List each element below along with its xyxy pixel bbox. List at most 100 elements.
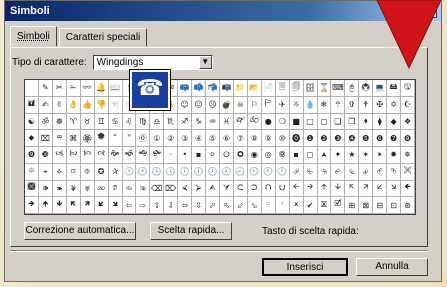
symbol-cell[interactable]: 🙓 — [136, 180, 151, 198]
symbol-cell[interactable]: ★ — [345, 147, 360, 164]
symbol-cell[interactable]: ❹ — [345, 130, 360, 147]
symbol-cell[interactable]: ⌛ — [317, 80, 332, 97]
symbol-cell[interactable]: ✶ — [359, 147, 374, 164]
symbol-cell[interactable]: 🢬 — [261, 197, 276, 214]
symbol-cell[interactable]: 🡮 — [387, 180, 402, 198]
symbol-cell[interactable]: ⌦ — [164, 180, 179, 198]
symbol-cell[interactable]: ◉ — [247, 147, 262, 164]
symbol-cell[interactable]: ② — [164, 130, 179, 147]
symbol-cell[interactable]: 🞈 — [233, 147, 248, 164]
symbol-cell[interactable]: ♍ — [136, 113, 151, 131]
autocorrect-button[interactable]: Correzione automatica... — [24, 222, 136, 240]
symbol-cell[interactable]: 🕆 — [331, 96, 346, 114]
symbol-cell[interactable]: ⬃ — [233, 197, 248, 214]
symbol-cell[interactable]: 🞋 — [275, 147, 290, 164]
symbol-cell[interactable]: ⑨ — [261, 130, 276, 147]
symbol-cell[interactable]: · — [164, 147, 179, 164]
symbol-cell[interactable]: ⬥ — [25, 130, 39, 147]
symbol-cell[interactable]: ❒ — [345, 113, 360, 131]
symbol-cell[interactable]: ⮉ — [261, 180, 276, 198]
symbol-cell[interactable]: ⌧ — [38, 130, 53, 147]
symbol-cell[interactable]: 🕑 — [136, 163, 151, 181]
symbol-cell[interactable]: ⬄ — [178, 197, 193, 214]
symbol-cell[interactable]: 👍 — [80, 96, 95, 114]
symbol-cell[interactable]: ⌖ — [38, 163, 53, 181]
symbol-cell[interactable]: ✍ — [38, 96, 53, 114]
symbol-cell[interactable]: ⇳ — [192, 197, 207, 214]
symbol-cell[interactable]: ♊ — [94, 113, 109, 131]
symbol-cell[interactable]: ⊞ — [345, 197, 360, 214]
symbol-cell[interactable]: ☼ — [289, 96, 304, 114]
symbol-cell[interactable]: ⮳ — [331, 163, 346, 181]
shortcut-key-button[interactable]: Scelta rapida... — [150, 222, 232, 240]
symbol-cell[interactable]: ॐ — [38, 113, 53, 131]
symbol-cell[interactable]: ⧫ — [373, 113, 388, 131]
symbol-cell[interactable]: ❑ — [331, 113, 346, 131]
symbol-cell[interactable]: 📫 — [192, 80, 207, 97]
symbol-cell[interactable]: 👓 — [80, 80, 95, 97]
symbol-cell[interactable]: ☜ — [108, 96, 123, 114]
symbol-cell[interactable]: ✦ — [331, 147, 346, 164]
symbol-cell[interactable]: ♏ — [164, 113, 179, 131]
symbol-cell[interactable]: 🡯 — [373, 180, 388, 198]
symbol-cell[interactable]: 🖬 — [25, 96, 39, 114]
symbol-cell[interactable]: ⑤ — [206, 130, 220, 147]
symbol-cell[interactable]: ♐ — [178, 113, 193, 131]
symbol-cell[interactable]: 🙐 — [94, 180, 109, 198]
symbol-cell[interactable]: ✈ — [275, 96, 290, 114]
symbol-cell[interactable]: ❍ — [275, 113, 290, 131]
symbol-cell[interactable]: □ — [303, 113, 318, 131]
symbol-cell[interactable]: ⊠ — [359, 197, 374, 214]
symbol-cell[interactable]: ⊡ — [387, 197, 402, 214]
symbol-cell[interactable]: 📭 — [220, 80, 234, 97]
symbol-cell[interactable]: ⬂ — [247, 197, 262, 214]
symbol-cell[interactable]: 🢭 — [275, 197, 290, 214]
symbol-cell[interactable]: ⮊ — [247, 180, 262, 198]
symbol-cell[interactable]: 🡩 — [317, 180, 332, 198]
symbol-cell[interactable]: ♌ — [122, 113, 137, 131]
symbol-cell[interactable]: 💣 — [220, 96, 234, 114]
symbol-cell[interactable]: ⮹ — [52, 130, 67, 147]
symbol-cell[interactable]: ✰ — [108, 163, 123, 181]
symbol-cell[interactable]: ✵ — [401, 147, 415, 164]
symbol-cell[interactable]: ⮱ — [303, 163, 318, 181]
symbol-cell[interactable]: ① — [150, 130, 165, 147]
symbol-cell[interactable]: 🕓 — [164, 163, 179, 181]
symbol-cell[interactable]: ✌ — [52, 96, 67, 114]
symbol-cell[interactable]: ⚪ — [206, 147, 220, 164]
symbol-cell[interactable]: 🏱 — [261, 96, 276, 114]
symbol-cell[interactable]: ③ — [178, 130, 193, 147]
symbol-cell[interactable]: ⑦ — [233, 130, 248, 147]
symbol-cell[interactable]: ⊟ — [373, 197, 388, 214]
symbol-cell[interactable]: ☺ — [178, 96, 193, 114]
symbol-cell[interactable]: ❸ — [331, 130, 346, 147]
symbol-cell[interactable]: ⓿ — [289, 130, 304, 147]
symbol-cell[interactable]: 🙣 — [94, 147, 109, 164]
symbol-cell[interactable]: 🡸 — [401, 180, 415, 198]
symbol-cell[interactable]: ⯑ — [80, 163, 95, 181]
symbol-cell[interactable]: ⑩ — [275, 130, 290, 147]
symbol-cell[interactable]: 👎 — [94, 96, 109, 114]
symbol-cell[interactable]: 🙰 — [233, 113, 248, 131]
symbol-cell[interactable]: ♒ — [206, 113, 220, 131]
symbol-cell[interactable]: ☹ — [206, 96, 220, 114]
symbol-cell[interactable]: ⬧ — [359, 113, 374, 131]
symbol-cell[interactable]: ◻ — [317, 113, 332, 131]
symbol-cell[interactable]: ⮷ — [387, 163, 402, 181]
symbol-cell[interactable]: 📪 — [178, 80, 193, 97]
symbol-cell[interactable]: ⮲ — [317, 163, 332, 181]
symbol-cell[interactable]: 🞆 — [220, 147, 234, 164]
symbol-cell[interactable]: ❷ — [317, 130, 332, 147]
symbol-cell[interactable]: 🗏 — [275, 80, 290, 97]
symbol-cell[interactable]: ❶ — [303, 130, 318, 147]
symbol-cell[interactable]: ⌨ — [331, 80, 346, 97]
symbol-cell[interactable]: ✠ — [373, 96, 388, 114]
symbol-cell[interactable]: ✪ — [94, 163, 109, 181]
symbol-cell[interactable]: ♓ — [220, 113, 234, 131]
symbol-cell[interactable]: ◎ — [261, 147, 276, 164]
symbol-cell[interactable]: 🕙 — [247, 163, 262, 181]
tab-symbols[interactable]: Simboli — [10, 26, 57, 46]
symbol-cell[interactable]: ❼ — [387, 130, 402, 147]
symbol-cell[interactable]: 🙟 — [150, 147, 165, 164]
symbol-cell[interactable]: ⇦ — [122, 197, 137, 214]
